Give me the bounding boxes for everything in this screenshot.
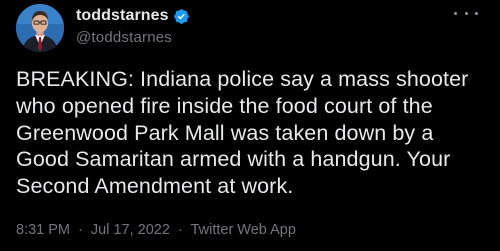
meta-separator: · bbox=[177, 222, 183, 238]
display-name-row: toddstarnes bbox=[76, 6, 190, 26]
tweet-time[interactable]: 8:31 PM bbox=[16, 222, 70, 238]
tweet-source[interactable]: Twitter Web App bbox=[191, 222, 296, 238]
display-name[interactable]: toddstarnes bbox=[76, 7, 169, 25]
more-options-icon[interactable] bbox=[454, 6, 478, 20]
user-handle[interactable]: @toddstarnes bbox=[76, 29, 190, 46]
meta-separator: · bbox=[78, 222, 83, 238]
more-dot bbox=[475, 11, 478, 15]
more-dot bbox=[464, 11, 468, 15]
tweet-card: toddstarnes @toddstarnes BREAKING: India… bbox=[0, 0, 500, 251]
tweet-metadata: 8:31 PM · Jul 17, 2022 · Twitter Web App bbox=[16, 222, 296, 238]
avatar[interactable] bbox=[16, 4, 64, 52]
more-dot bbox=[454, 11, 457, 15]
author-info: toddstarnes @toddstarnes bbox=[76, 6, 190, 46]
profile-photo-icon bbox=[16, 4, 64, 52]
verified-badge-icon bbox=[173, 8, 190, 25]
tweet-text: BREAKING: Indiana police say a mass shoo… bbox=[16, 67, 469, 199]
tweet-date[interactable]: Jul 17, 2022 bbox=[91, 222, 170, 238]
